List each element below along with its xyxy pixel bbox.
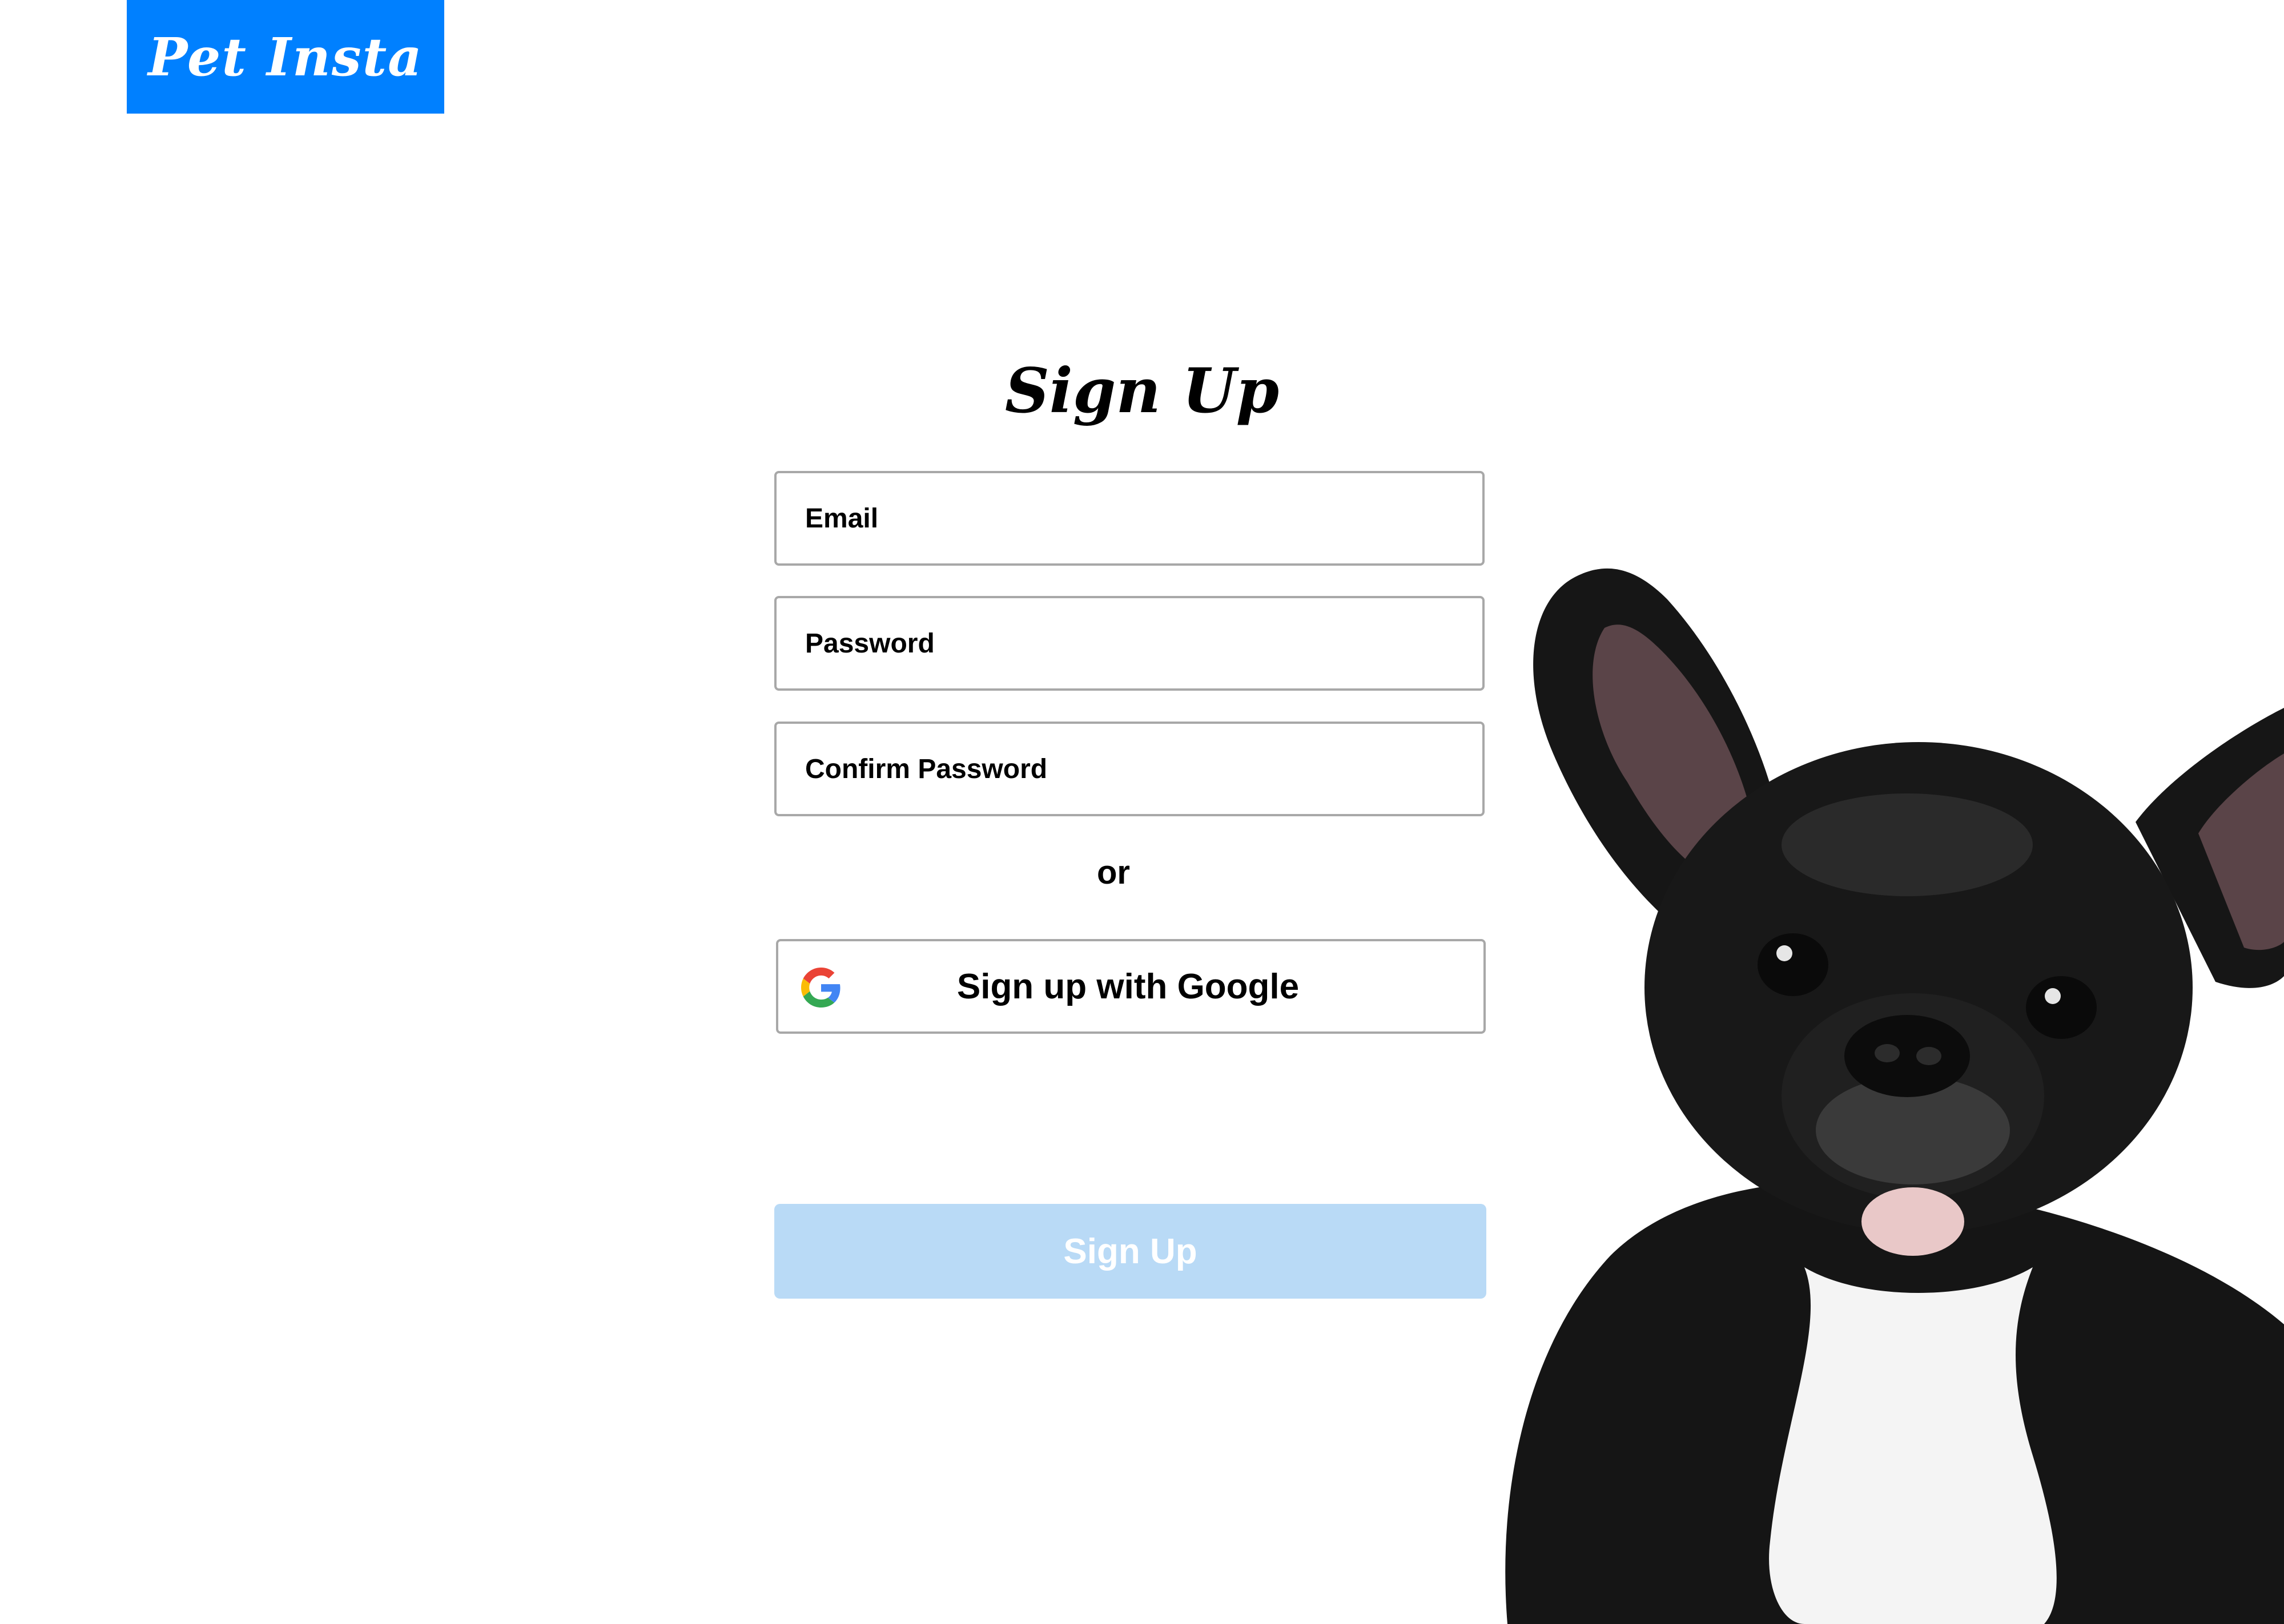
signup-button[interactable]: Sign Up <box>774 1204 1486 1299</box>
email-placeholder: Email <box>805 503 879 534</box>
dog-nose <box>1844 1015 1970 1097</box>
google-g-icon <box>801 968 841 1008</box>
confirm-password-field[interactable]: Confirm Password <box>774 722 1485 816</box>
confirm-password-placeholder: Confirm Password <box>805 753 1048 784</box>
google-signup-button[interactable]: Sign up with Google <box>776 939 1486 1034</box>
logo-text: Pet Insta <box>148 26 423 88</box>
signup-page: Pet Insta Sign Up Email Password Confirm… <box>0 0 2284 1624</box>
google-button-label: Sign up with Google <box>956 966 1300 1006</box>
divider-or: or <box>1097 854 1130 891</box>
logo[interactable]: Pet Insta <box>127 0 444 114</box>
password-field[interactable]: Password <box>774 596 1485 691</box>
dog-left-eye <box>1758 933 1828 996</box>
dog-chin <box>1861 1187 1964 1256</box>
password-placeholder: Password <box>805 628 935 659</box>
signup-button-label: Sign Up <box>1063 1231 1197 1271</box>
email-field[interactable]: Email <box>774 471 1485 566</box>
dog-right-eye <box>2026 976 2097 1039</box>
page-title: Sign Up <box>1004 355 1280 427</box>
french-bulldog-image <box>1505 568 2284 1624</box>
dog-chest <box>1769 1267 2057 1624</box>
